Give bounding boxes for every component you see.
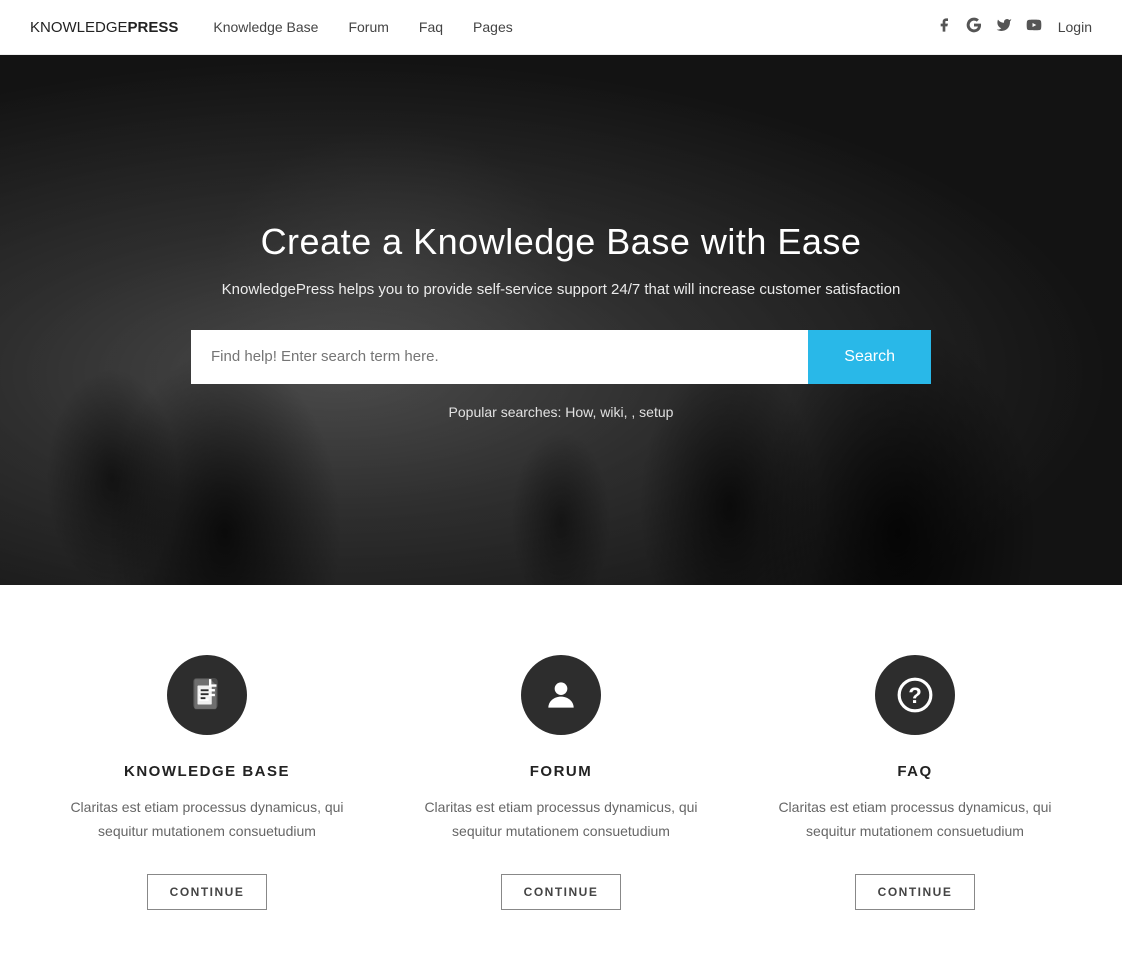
question-icon: ? bbox=[896, 676, 934, 714]
logo[interactable]: KNOWLEDGEPRESS bbox=[30, 19, 178, 36]
login-button[interactable]: Login bbox=[1058, 19, 1092, 35]
nav-link-forum[interactable]: Forum bbox=[348, 19, 388, 35]
person-icon bbox=[542, 676, 580, 714]
navbar-right: Login bbox=[936, 17, 1092, 38]
knowledge-base-icon-wrap bbox=[167, 655, 247, 735]
document-icon bbox=[188, 676, 226, 714]
faq-continue-button[interactable]: CONTINUE bbox=[855, 874, 976, 910]
faq-desc: Claritas est etiam processus dynamicus, … bbox=[768, 796, 1062, 844]
hero-content: Create a Knowledge Base with Ease Knowle… bbox=[171, 221, 951, 420]
cards-section: KNOWLEDGE BASE Claritas est etiam proces… bbox=[0, 585, 1122, 970]
popular-searches: Popular searches: How, wiki, , setup bbox=[191, 404, 931, 420]
search-bar: Search bbox=[191, 330, 931, 384]
logo-part1: KNOWLEDGE bbox=[30, 19, 128, 36]
navbar-left: KNOWLEDGEPRESS Knowledge Base Forum Faq … bbox=[30, 19, 513, 36]
google-plus-icon[interactable] bbox=[966, 17, 982, 38]
twitter-icon[interactable] bbox=[996, 17, 1012, 38]
search-button[interactable]: Search bbox=[808, 330, 931, 384]
navbar: KNOWLEDGEPRESS Knowledge Base Forum Faq … bbox=[0, 0, 1122, 55]
search-input[interactable] bbox=[191, 330, 808, 384]
knowledge-base-desc: Claritas est etiam processus dynamicus, … bbox=[60, 796, 354, 844]
card-faq: ? FAQ Claritas est etiam processus dynam… bbox=[738, 655, 1092, 910]
nav-link-knowledge-base[interactable]: Knowledge Base bbox=[213, 19, 318, 35]
social-icons bbox=[936, 17, 1042, 38]
forum-title: FORUM bbox=[414, 763, 708, 780]
logo-part2: PRESS bbox=[128, 19, 179, 36]
knowledge-base-title: KNOWLEDGE BASE bbox=[60, 763, 354, 780]
hero-section: Create a Knowledge Base with Ease Knowle… bbox=[0, 55, 1122, 585]
nav-link-faq[interactable]: Faq bbox=[419, 19, 443, 35]
card-forum: FORUM Claritas est etiam processus dynam… bbox=[384, 655, 738, 910]
svg-text:?: ? bbox=[908, 683, 922, 708]
facebook-icon[interactable] bbox=[936, 17, 952, 38]
nav-link-pages[interactable]: Pages bbox=[473, 19, 513, 35]
hero-subtitle: KnowledgePress helps you to provide self… bbox=[191, 281, 931, 298]
card-knowledge-base: KNOWLEDGE BASE Claritas est etiam proces… bbox=[30, 655, 384, 910]
hero-title: Create a Knowledge Base with Ease bbox=[191, 221, 931, 263]
faq-title: FAQ bbox=[768, 763, 1062, 780]
forum-continue-button[interactable]: CONTINUE bbox=[501, 874, 622, 910]
forum-icon-wrap bbox=[521, 655, 601, 735]
forum-desc: Claritas est etiam processus dynamicus, … bbox=[414, 796, 708, 844]
faq-icon-wrap: ? bbox=[875, 655, 955, 735]
nav-links: Knowledge Base Forum Faq Pages bbox=[213, 19, 512, 35]
youtube-icon[interactable] bbox=[1026, 17, 1042, 38]
knowledge-base-continue-button[interactable]: CONTINUE bbox=[147, 874, 268, 910]
